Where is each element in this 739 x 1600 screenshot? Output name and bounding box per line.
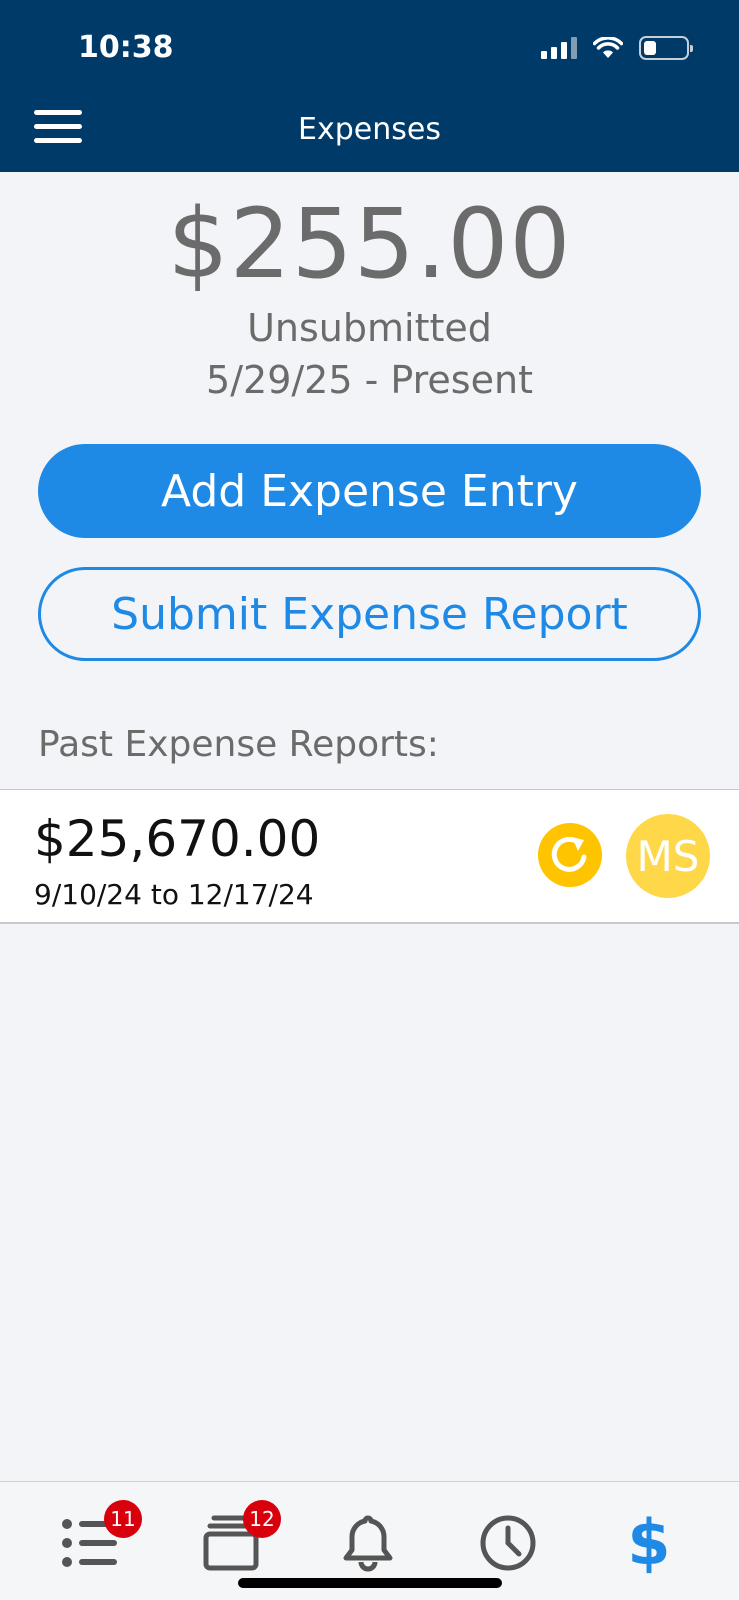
battery-icon: [639, 36, 693, 60]
pending-refresh-icon: [538, 823, 602, 887]
wifi-icon: [593, 37, 623, 59]
cellular-signal-icon: [541, 37, 577, 59]
status-time: 10:38: [78, 30, 174, 65]
cards-badge: 12: [243, 1500, 281, 1538]
submit-expense-report-button[interactable]: Submit Expense Report: [38, 567, 701, 661]
clock-icon: [480, 1515, 536, 1571]
nav-cards[interactable]: 12: [193, 1500, 281, 1576]
nav-notifications[interactable]: [332, 1510, 404, 1576]
nav-tasks[interactable]: 11: [54, 1500, 142, 1576]
nav-history[interactable]: [472, 1510, 544, 1576]
total-status: Unsubmitted: [247, 306, 492, 350]
past-reports-label: Past Expense Reports:: [38, 724, 439, 765]
tasks-badge: 11: [104, 1500, 142, 1538]
expenses-screen: 10:38 Expenses $255.00 Unsubmitted 5/29/…: [0, 0, 739, 1600]
home-indicator: [238, 1578, 502, 1588]
report-amount: $25,670.00: [34, 810, 321, 868]
battery-level: [644, 41, 656, 55]
total-date-range: 5/29/25 - Present: [206, 358, 533, 402]
report-date-range: 9/10/24 to 12/17/24: [34, 878, 314, 911]
bell-icon: [343, 1515, 393, 1572]
add-expense-entry-button[interactable]: Add Expense Entry: [38, 444, 701, 538]
dollar-icon: $: [627, 1506, 671, 1579]
nav-expenses[interactable]: $: [613, 1510, 685, 1576]
app-header: 10:38 Expenses: [0, 0, 739, 172]
page-title: Expenses: [298, 112, 441, 147]
approver-avatar: MS: [626, 814, 710, 898]
status-icons: [541, 36, 693, 60]
unsubmitted-total: $255.00: [167, 188, 572, 300]
report-row[interactable]: $25,670.00 9/10/24 to 12/17/24 MS: [0, 789, 739, 924]
